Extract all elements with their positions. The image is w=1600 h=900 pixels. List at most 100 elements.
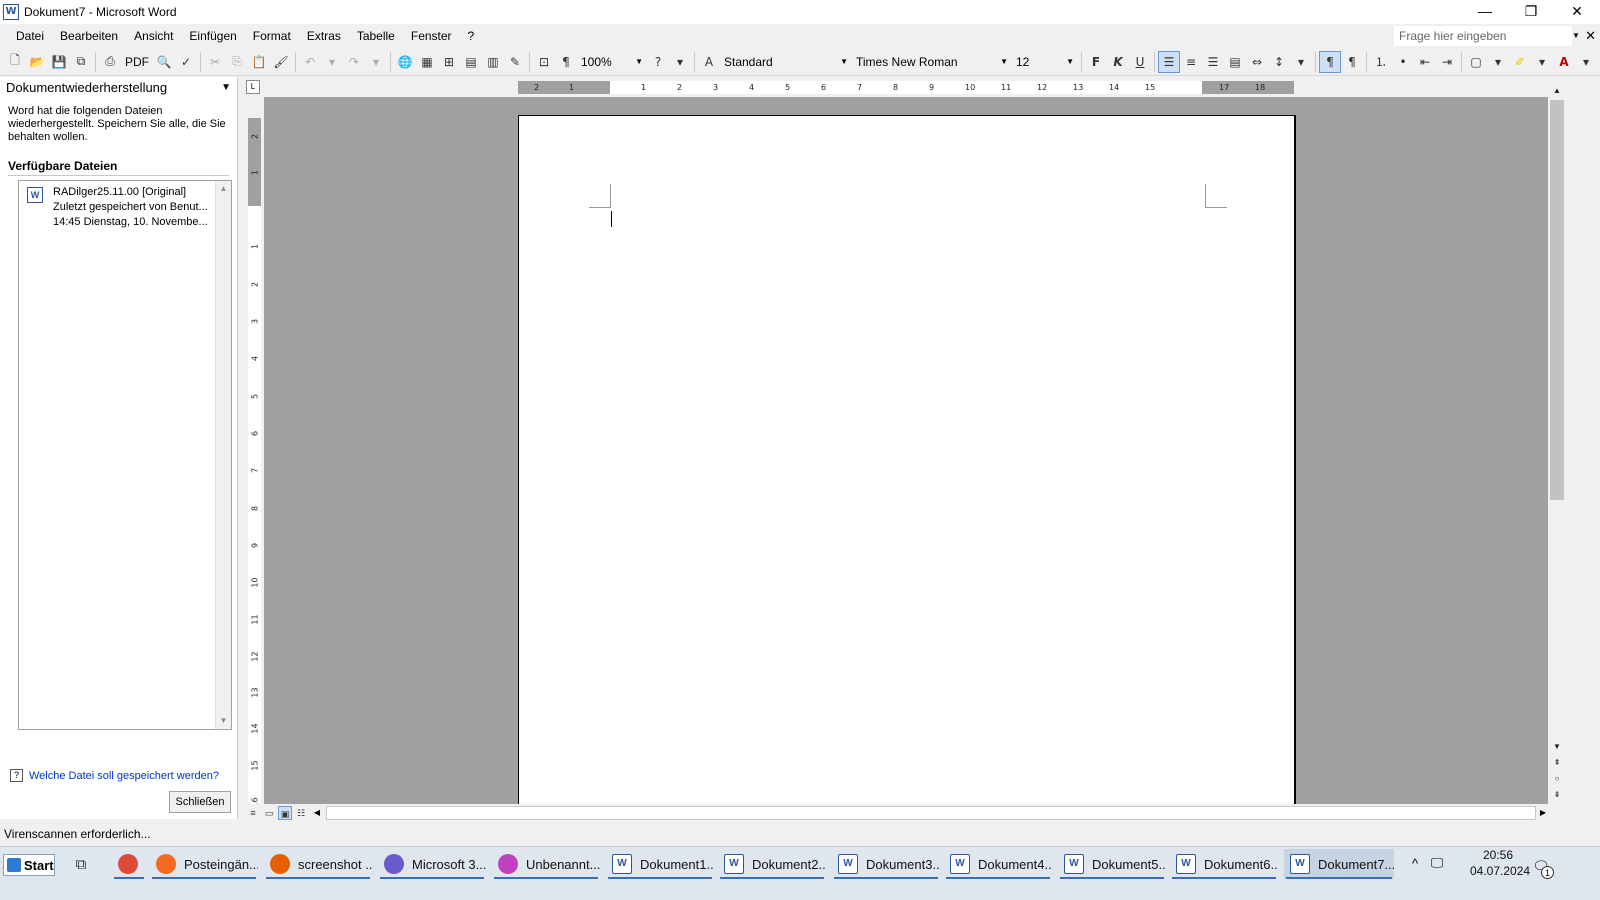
taskbar-app-posteing-n[interactable]: Posteingän... [150,849,258,879]
taskbar-app-dokument4[interactable]: W Dokument4... [944,849,1052,879]
insert-table-icon[interactable]: ⊞ [438,51,460,73]
open-folder-icon[interactable]: 📂 [26,51,48,73]
horizontal-ruler[interactable]: 2 1 1 2 3 4 5 6 7 8 9 10 11 12 13 14 15 17 18 [264,77,1548,97]
justify-icon[interactable]: ▤ [1224,51,1246,73]
align-right-icon[interactable]: ☰ [1202,51,1224,73]
ltr-icon[interactable]: ¶ [1319,50,1341,73]
hyperlink-icon[interactable]: 🌐 [394,51,416,73]
font-color-icon[interactable]: A [1553,51,1575,73]
highlight-dropdown-icon[interactable]: ▾ [1531,51,1553,73]
document-area[interactable] [264,97,1548,808]
menu-format[interactable]: Format [245,25,299,47]
font-color-dropdown-icon[interactable]: ▾ [1575,51,1597,73]
insert-excel-icon[interactable]: ▤ [460,51,482,73]
scroll-up-icon[interactable]: ▲ [216,181,231,197]
menu-fenster[interactable]: Fenster [403,25,460,47]
document-close-button[interactable]: ✕ [1585,26,1596,46]
horizontal-scroll-track[interactable] [326,806,1536,820]
line-spacing-dropdown-icon[interactable]: ▾ [1290,51,1312,73]
taskbar-app-screenshot[interactable]: screenshot ... [264,849,372,879]
clock[interactable]: 20:56 04.07.2024 [1470,847,1530,879]
help-search-input[interactable]: Frage hier eingeben [1394,26,1572,46]
file-list-scrollbar[interactable]: ▲ ▼ [215,181,231,729]
menu-einfuegen[interactable]: Einfügen [181,25,244,47]
spelling-icon[interactable]: ✓ [175,51,197,73]
columns-icon[interactable]: ▥ [482,51,504,73]
font-size-combo[interactable]: 12 ▼ [1012,51,1078,72]
print-preview-icon[interactable]: 🔍 [153,51,175,73]
paste-icon[interactable]: 📋 [248,51,270,73]
taskbar-app-unbenannt[interactable]: Unbenannt... [492,849,600,879]
print-icon[interactable]: ⎙ [99,51,121,73]
tab-selector[interactable]: L [246,80,260,94]
menu-extras[interactable]: Extras [299,25,349,47]
menu-datei[interactable]: Datei [8,25,52,47]
zoom-combo[interactable]: 100% ▼ [577,51,647,72]
numbering-icon[interactable]: ⒈ [1370,51,1392,73]
show-hidden-icons-icon[interactable]: ^ [1405,856,1425,871]
taskbar-app-chrome[interactable] [112,849,146,879]
distributed-icon[interactable]: ⇔ [1246,51,1268,73]
undo-icon[interactable]: ↶ [299,51,321,73]
close-pane-button[interactable]: Schließen [169,791,231,813]
redo-icon[interactable]: ↷ [343,51,365,73]
pdf-button[interactable]: PDF [121,55,153,69]
underline-button[interactable]: U [1129,51,1151,73]
new-document-icon[interactable]: 🗋 [4,51,26,73]
help-dropdown-icon[interactable]: ▼ [1572,26,1582,46]
permission-icon[interactable]: ⧉ [70,51,92,73]
taskbar-app-dokument5[interactable]: W Dokument5... [1058,849,1166,879]
save-icon[interactable]: 💾 [48,51,70,73]
browse-object-icon[interactable]: ○ [1550,772,1564,786]
copy-icon[interactable]: ⎘ [226,51,248,73]
menu-tabelle[interactable]: Tabelle [349,25,403,47]
network-icon[interactable]: 🖵 [1425,855,1449,871]
document-page[interactable] [518,115,1296,808]
close-button[interactable]: ✕ [1554,0,1600,24]
borders-dropdown-icon[interactable]: ▾ [1487,51,1509,73]
taskbar-app-microsoft-3[interactable]: Microsoft 3... [378,849,486,879]
taskbar-app-dokument2[interactable]: W Dokument2... [718,849,826,879]
normal-view-icon[interactable]: ≡ [246,806,260,820]
chevron-down-icon[interactable]: ▼ [221,82,231,93]
menu-ansicht[interactable]: Ansicht [126,25,181,47]
next-page-icon[interactable]: ⇟ [1550,788,1564,802]
toolbar-options-icon[interactable]: ▾ [669,51,691,73]
document-map-icon[interactable]: ⊡ [533,51,555,73]
word-app-icon[interactable]: W [3,4,19,20]
scroll-thumb[interactable] [1550,100,1564,500]
scroll-left-icon[interactable]: ◀ [310,806,324,820]
vertical-scrollbar[interactable]: ▲ ▼ ⇞ ○ ⇟ [1548,84,1566,808]
highlight-icon[interactable]: ✐ [1509,51,1531,73]
recovered-file-item[interactable]: W RADilger25.11.00 [Original] Zuletzt ge… [27,185,212,230]
task-view-icon[interactable]: ⧉ [68,855,94,875]
increase-indent-icon[interactable]: ⇥ [1436,51,1458,73]
style-combo[interactable]: Standard ▼ [720,51,852,72]
taskbar-app-dokument7[interactable]: W Dokument7... [1284,849,1394,879]
format-painter-icon[interactable]: 🖌 [270,51,292,73]
cut-icon[interactable]: ✂ [204,51,226,73]
menu-bearbeiten[interactable]: Bearbeiten [52,25,126,47]
rtl-icon[interactable]: ¶ [1341,51,1363,73]
line-spacing-icon[interactable]: ↕ [1268,51,1290,73]
notification-icon[interactable]: 🗨 1 [1530,855,1554,879]
undo-dropdown-icon[interactable]: ▾ [321,51,343,73]
redo-dropdown-icon[interactable]: ▾ [365,51,387,73]
restore-button[interactable]: ❐ [1508,0,1554,24]
bullets-icon[interactable]: • [1392,51,1414,73]
align-center-icon[interactable]: ≡ [1180,51,1202,73]
web-layout-icon[interactable]: ▭ [262,806,276,820]
vertical-ruler[interactable]: 2 1 1 2 3 4 5 6 7 8 9 10 11 12 13 14 15 16 [248,118,261,808]
help-link-text[interactable]: Welche Datei soll gespeichert werden? [29,770,219,782]
styles-pane-icon[interactable]: A [698,51,720,73]
start-button[interactable]: Start [3,854,55,876]
previous-page-icon[interactable]: ⇞ [1550,756,1564,770]
which-file-help[interactable]: ? Welche Datei soll gespeichert werden? [10,769,219,782]
scroll-down-icon[interactable]: ▼ [216,713,231,729]
taskbar-app-dokument1[interactable]: W Dokument1... [606,849,714,879]
minimize-button[interactable]: — [1462,0,1508,24]
help-icon[interactable]: ? [647,51,669,73]
scroll-down-icon[interactable]: ▼ [1550,740,1564,754]
scroll-up-icon[interactable]: ▲ [1550,84,1564,98]
borders-icon[interactable]: ▢ [1465,51,1487,73]
